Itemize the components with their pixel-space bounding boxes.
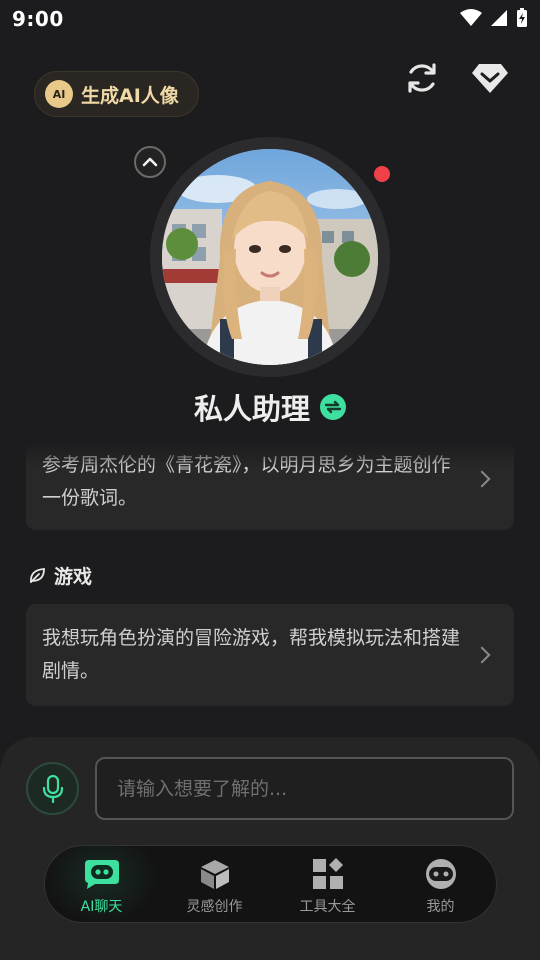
chevron-up-icon — [142, 157, 158, 167]
bottom-tab-bar: AI聊天 灵感创作 工具大全 我的 — [44, 845, 497, 924]
assistant-avatar[interactable] — [162, 149, 378, 365]
chat-bot-icon — [84, 860, 119, 889]
tab-label: 灵感创作 — [186, 899, 243, 915]
generate-ai-portrait-button[interactable]: AI 生成AI人像 — [34, 71, 199, 117]
assistant-name: 私人助理 — [193, 392, 310, 426]
section-title-games: 游戏 — [28, 562, 92, 589]
tab-profile[interactable]: 我的 — [384, 846, 497, 924]
refresh-icon[interactable] — [402, 58, 442, 98]
diamond-icon[interactable] — [470, 58, 510, 98]
chevron-right-icon — [473, 470, 491, 488]
section-title-text: 游戏 — [54, 566, 93, 588]
generate-button-label: 生成AI人像 — [81, 84, 179, 107]
signal-icon — [491, 10, 507, 26]
chevron-right-icon — [473, 646, 491, 664]
leaf-icon — [30, 567, 45, 583]
microphone-icon — [42, 774, 63, 803]
ai-badge-text: AI — [52, 87, 66, 101]
online-status-dot — [374, 166, 390, 182]
tab-label: AI聊天 — [80, 899, 123, 915]
assistant-name-row: 私人助理 — [0, 386, 540, 428]
profile-icon — [425, 859, 456, 889]
message-input[interactable] — [95, 757, 514, 820]
tools-grid-icon — [312, 858, 343, 889]
ai-badge-icon: AI — [45, 80, 73, 108]
collapse-button[interactable] — [134, 146, 166, 178]
wifi-icon — [460, 9, 482, 26]
switch-assistant-icon[interactable] — [320, 394, 346, 420]
tab-inspiration[interactable]: 灵感创作 — [158, 846, 271, 924]
status-bar: 9:00 — [0, 0, 540, 36]
prompt-card[interactable]: 我想玩角色扮演的冒险游戏，帮我模拟玩法和搭建剧情。 — [26, 604, 514, 706]
tab-label: 工具大全 — [299, 899, 356, 915]
status-time: 9:00 — [12, 7, 64, 31]
status-icons — [460, 8, 528, 28]
prompt-card-text: 我想玩角色扮演的冒险游戏，帮我模拟玩法和搭建剧情。 — [42, 627, 461, 682]
tab-tools[interactable]: 工具大全 — [271, 846, 384, 924]
tab-label: 我的 — [426, 899, 455, 915]
scroll-fade — [0, 440, 540, 468]
cube-icon — [200, 860, 229, 889]
tab-ai-chat[interactable]: AI聊天 — [45, 846, 158, 924]
battery-charging-icon — [517, 8, 527, 27]
voice-input-button[interactable] — [26, 762, 79, 815]
